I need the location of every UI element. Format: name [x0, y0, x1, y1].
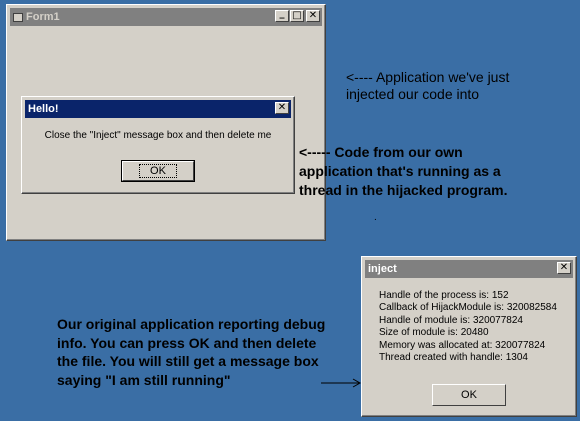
- code-annotation-line: application that's running as a: [299, 163, 501, 179]
- close-button[interactable]: ✕: [306, 10, 320, 22]
- app-annotation-line: injected our code into: [346, 86, 480, 102]
- inject-info: Handle of the process is: 152 Callback o…: [379, 290, 557, 364]
- info-line: Thread created with handle: 1304: [379, 352, 528, 364]
- app-icon: [13, 12, 23, 22]
- hello-ok-button[interactable]: OK: [121, 160, 195, 182]
- inject-ok-button[interactable]: OK: [432, 384, 506, 406]
- info-line: Handle of module is: 320077824: [379, 314, 523, 326]
- hello-message: Close the "Inject" message box and then …: [44, 130, 272, 141]
- info-line: Callback of HijackModule is: 320082584: [379, 302, 557, 314]
- stray-dot: .: [374, 212, 377, 223]
- app-annotation-line: <---- Application we've just: [346, 69, 510, 85]
- hello-title: Hello!: [28, 103, 59, 115]
- debug-annotation-line: Our original application reporting debug: [57, 316, 326, 332]
- hello-ok-label: OK: [139, 164, 177, 178]
- minimize-icon: _: [279, 8, 285, 19]
- close-icon: ✕: [277, 102, 287, 113]
- code-annotation-line: <----- Code from our own: [299, 144, 463, 160]
- code-annotation: <----- Code from our own application tha…: [299, 143, 508, 200]
- hello-dialog: Hello! ✕ Close the "Inject" message box …: [21, 96, 295, 194]
- app-annotation: <---- Application we've just injected ou…: [346, 69, 509, 103]
- close-icon: ✕: [308, 10, 318, 21]
- inject-title: inject: [368, 263, 397, 275]
- debug-annotation-line: the file. You will still get a message b…: [57, 353, 319, 369]
- maximize-icon: □: [292, 10, 302, 21]
- info-line: Handle of the process is: 152: [379, 290, 509, 301]
- form1-title: Form1: [26, 11, 60, 23]
- debug-annotation-line: info. You can press OK and then delete: [57, 334, 317, 351]
- arrow-right-icon: [321, 378, 362, 388]
- hello-title-bar[interactable]: Hello! ✕: [25, 100, 291, 118]
- minimize-button[interactable]: _: [275, 8, 289, 22]
- inject-close-button[interactable]: ✕: [557, 262, 571, 274]
- debug-annotation: Our original application reporting debug…: [57, 315, 325, 389]
- code-annotation-line: thread in the hijacked program.: [299, 182, 508, 198]
- debug-annotation-line: saying "I am still running": [57, 371, 231, 388]
- close-icon: ✕: [559, 262, 569, 273]
- inject-title-bar[interactable]: inject ✕: [365, 260, 573, 278]
- maximize-button[interactable]: □: [290, 10, 304, 22]
- form1-title-bar[interactable]: Form1 _ □ ✕: [10, 8, 322, 26]
- info-line: Memory was allocated at: 320077824: [379, 339, 546, 351]
- inject-dialog: inject ✕ Handle of the process is: 152 C…: [361, 256, 577, 417]
- inject-ok-label: OK: [461, 389, 477, 401]
- hello-close-button[interactable]: ✕: [275, 102, 289, 114]
- info-line: Size of module is: 20480: [379, 327, 489, 339]
